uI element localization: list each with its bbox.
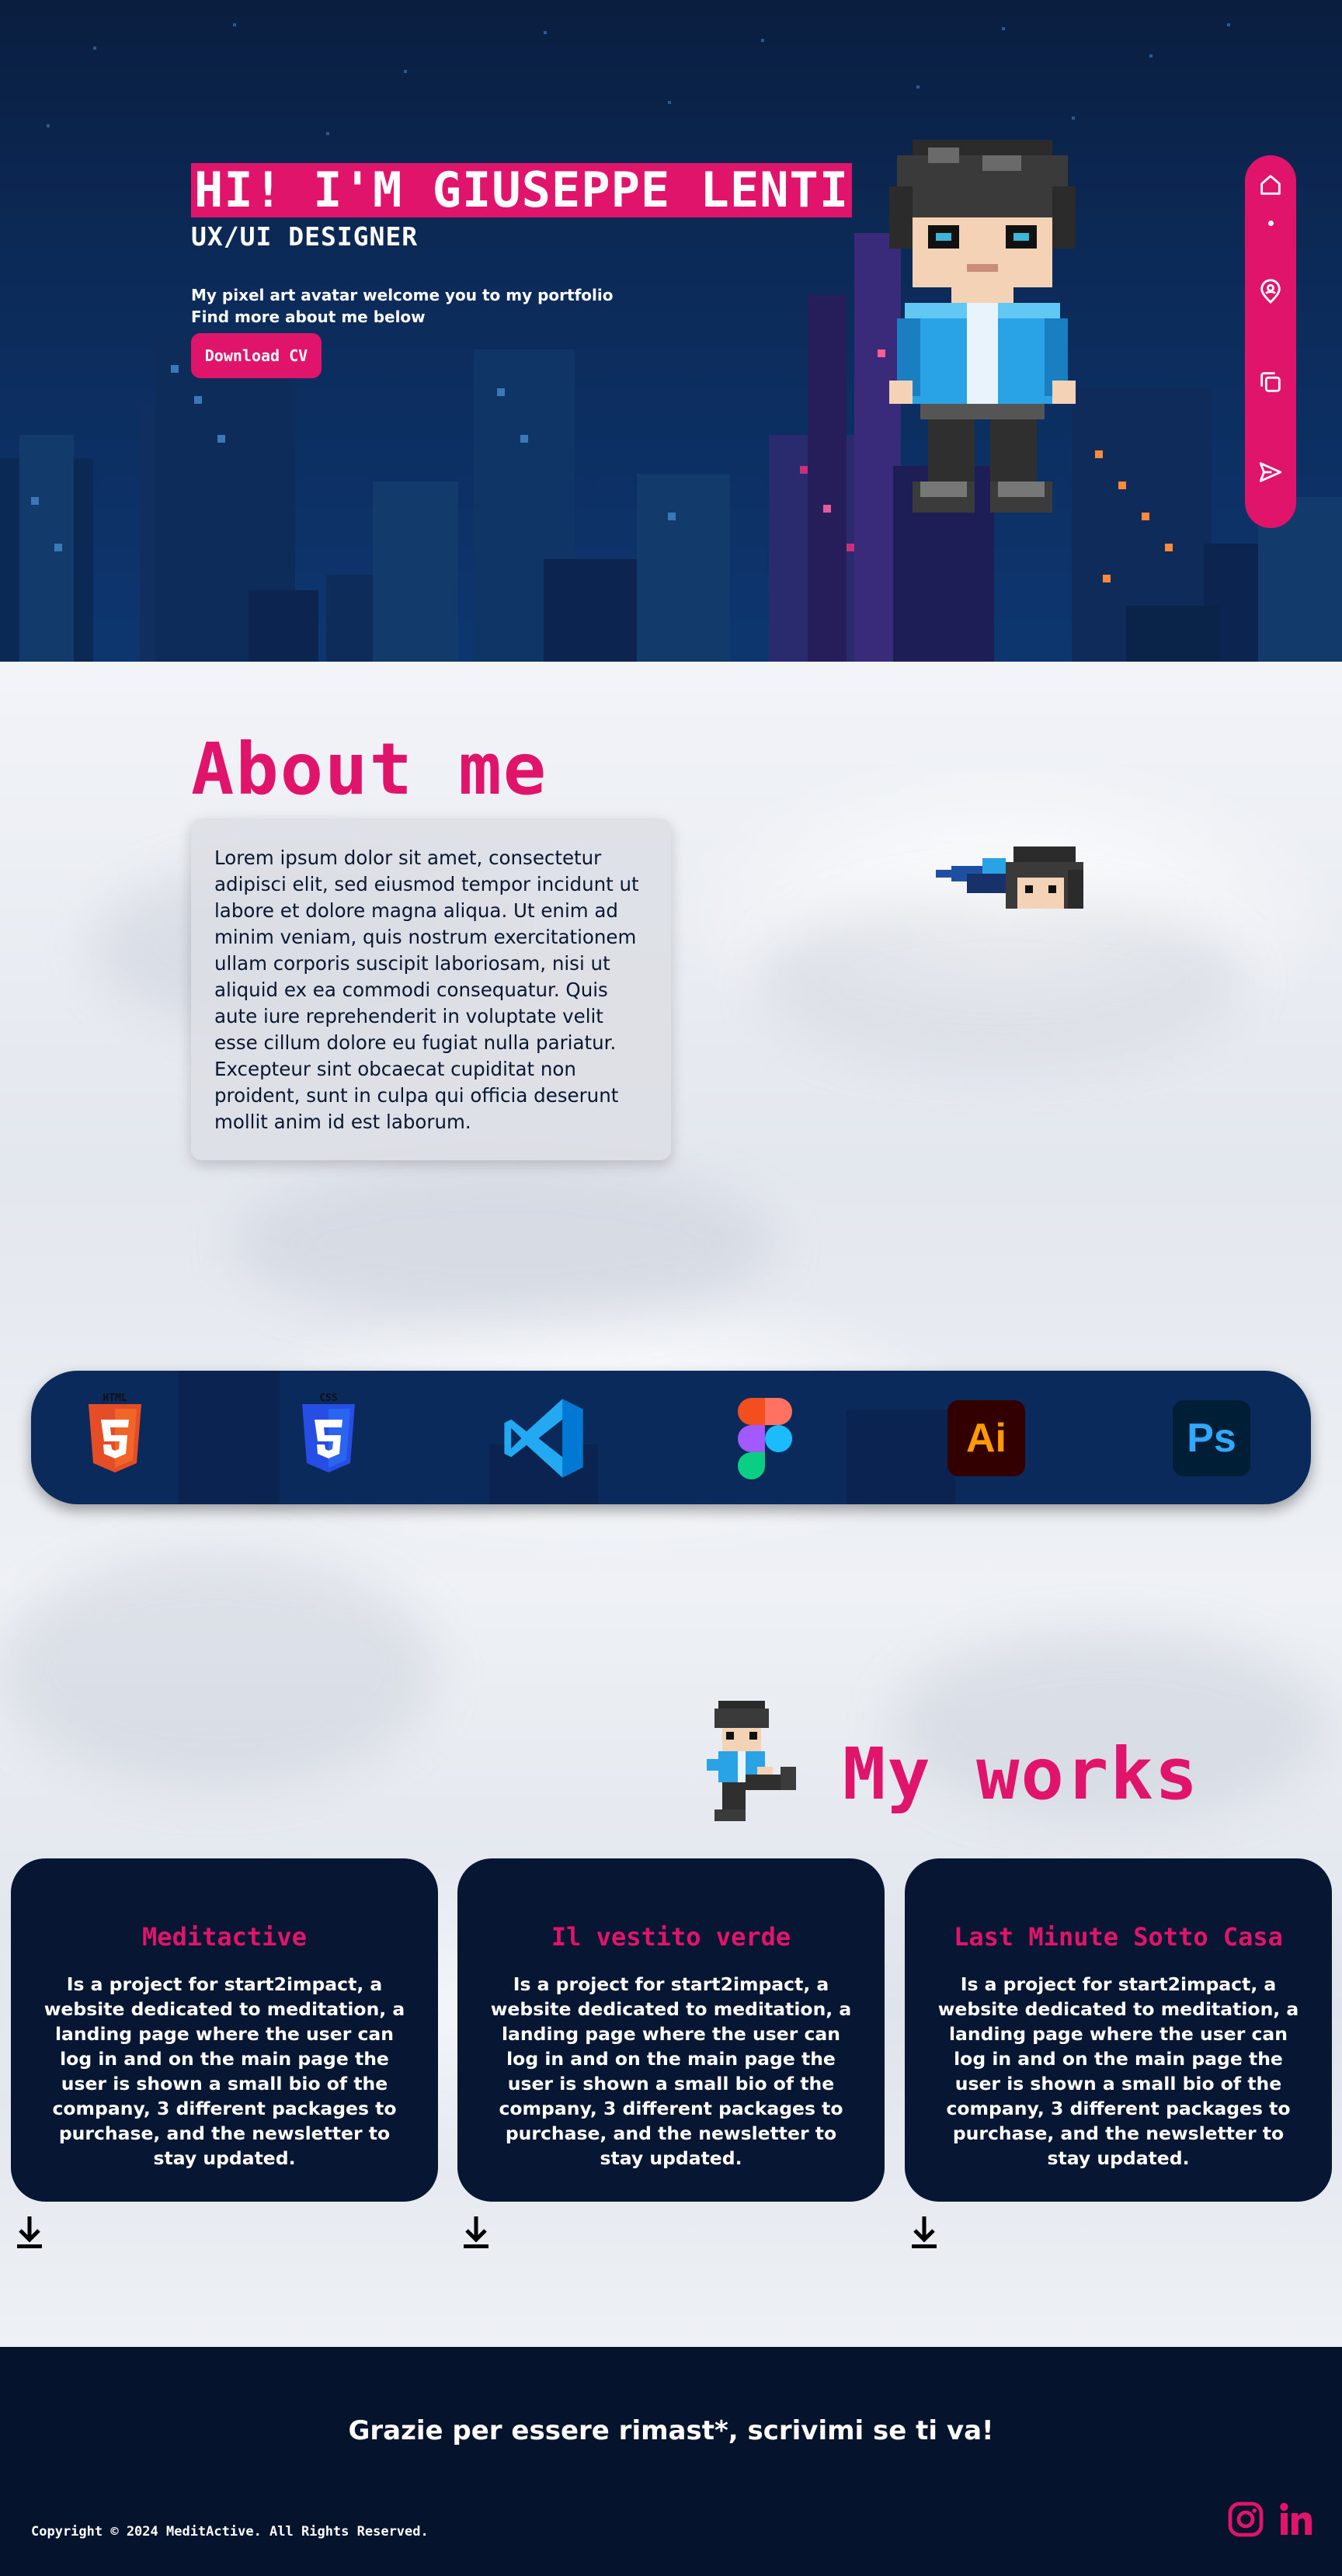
work-card-text: Is a project for start2impact, a website…	[490, 1973, 852, 2169]
work-card-title: Meditactive	[142, 1922, 307, 1952]
instagram-icon[interactable]	[1227, 2501, 1264, 2538]
download-cv-button[interactable]: Download CV	[191, 333, 322, 378]
star	[916, 85, 920, 89]
pixel-building	[808, 295, 847, 662]
figma-icon	[738, 1398, 792, 1483]
building-window	[54, 544, 62, 551]
pixel-building	[249, 590, 318, 662]
star	[47, 124, 50, 127]
hero-title-wrap: HI! I'M GIUSEPPE LENTI	[191, 163, 853, 217]
star	[326, 132, 329, 135]
building-window	[800, 466, 808, 474]
hero-section: HI! I'M GIUSEPPE LENTI UX/UI DESIGNER My…	[0, 0, 1342, 662]
work-card-meditactive[interactable]: Meditactive Is a project for start2impac…	[11, 1858, 438, 2202]
pixel-building	[373, 481, 458, 662]
building-window	[823, 505, 831, 513]
pixel-avatar-image	[889, 140, 1076, 513]
bar-building	[179, 1371, 280, 1504]
star	[668, 101, 671, 104]
html-label: HTML	[103, 1392, 127, 1404]
home-icon[interactable]	[1255, 169, 1286, 200]
kicking-avatar-image	[707, 1701, 796, 1821]
vscode-icon	[501, 1396, 586, 1484]
building-window	[217, 435, 225, 443]
html5-icon: HTML	[85, 1392, 144, 1477]
star	[761, 39, 764, 42]
star	[1002, 27, 1005, 30]
building-window	[1142, 513, 1149, 520]
illustrator-icon: Ai	[947, 1400, 1025, 1476]
work-card-title: Il vestito verde	[551, 1922, 791, 1952]
star	[233, 23, 236, 26]
star	[1149, 54, 1153, 57]
footer-message: Grazie per essere rimast*, scrivimi se t…	[348, 2415, 994, 2446]
star	[93, 47, 96, 50]
hero-subtitle: UX/UI DESIGNER	[191, 221, 419, 252]
building-window	[668, 513, 676, 520]
building-window	[1118, 481, 1126, 489]
send-icon[interactable]	[1255, 457, 1286, 488]
work-card-last-minute-sotto-casa[interactable]: Last Minute Sotto Casa Is a project for …	[905, 1858, 1332, 2202]
star	[1072, 116, 1075, 120]
works-title: My works	[843, 1733, 1200, 1816]
building-window	[847, 544, 854, 551]
hero-intro-line: My pixel art avatar welcome you to my po…	[191, 286, 614, 304]
user-pin-icon[interactable]	[1255, 276, 1286, 307]
download-icon[interactable]	[462, 2215, 490, 2251]
bar-building	[847, 1410, 955, 1504]
building-window	[171, 365, 179, 373]
download-icon[interactable]	[16, 2215, 43, 2251]
star	[404, 70, 407, 73]
css3-icon: CSS	[299, 1392, 358, 1477]
flying-avatar-image	[936, 846, 1083, 909]
about-title: About me	[191, 728, 548, 811]
pixel-building	[637, 474, 730, 662]
work-card-text: Is a project for start2impact, a website…	[937, 1973, 1299, 2169]
active-indicator	[1268, 221, 1274, 226]
building-window	[31, 497, 39, 505]
side-navigation	[1245, 155, 1296, 528]
building-window	[194, 396, 202, 404]
hero-title: HI! I'M GIUSEPPE LENTI	[191, 163, 853, 217]
copyright-text: Copyright © 2024 MeditActive. All Rights…	[31, 2524, 429, 2539]
star	[544, 31, 547, 34]
building-window	[520, 435, 528, 443]
about-card: Lorem ipsum dolor sit amet, consectetur …	[191, 819, 671, 1160]
copy-icon[interactable]	[1255, 367, 1286, 398]
cloud-shadow	[0, 1555, 435, 1788]
footer	[0, 2347, 1342, 2576]
work-card-title: Last Minute Sotto Casa	[954, 1922, 1283, 1952]
tools-bar: HTML CSS Ai Ps	[31, 1371, 1311, 1504]
download-icon[interactable]	[910, 2215, 938, 2251]
building-window	[1095, 450, 1103, 458]
pixel-building	[1126, 606, 1219, 662]
cloud-shadow	[233, 1166, 777, 1322]
work-card-text: Is a project for start2impact, a website…	[43, 1973, 405, 2169]
star	[1227, 23, 1230, 26]
hero-find-more-line: Find more about me below	[191, 308, 426, 326]
building-window	[1103, 575, 1111, 582]
building-window	[497, 388, 505, 396]
work-card-il-vestito-verde[interactable]: Il vestito verde Is a project for start2…	[457, 1858, 885, 2202]
pixel-building	[19, 435, 74, 662]
about-text: Lorem ipsum dolor sit amet, consectetur …	[214, 846, 639, 1133]
css-label: CSS	[319, 1392, 338, 1404]
building-window	[1165, 544, 1173, 551]
photoshop-icon: Ps	[1173, 1400, 1250, 1476]
linkedin-icon[interactable]	[1278, 2501, 1315, 2538]
